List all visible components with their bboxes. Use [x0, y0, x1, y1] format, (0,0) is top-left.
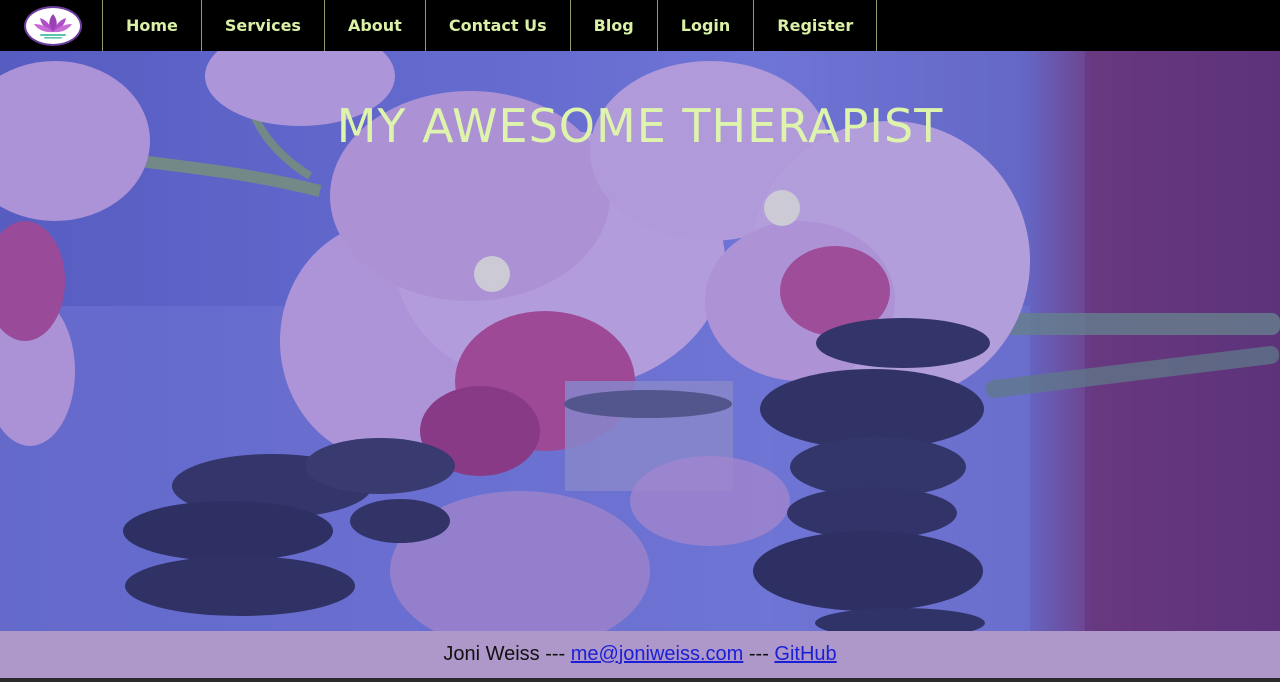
nav-about[interactable]: About — [323, 0, 425, 51]
email-link[interactable]: me@joniweiss.com — [571, 643, 744, 666]
nav-register[interactable]: Register — [753, 0, 878, 51]
footer-separator-1: --- — [539, 643, 571, 665]
footer-separator-2: --- — [743, 643, 775, 665]
nav-services[interactable]: Services — [200, 0, 324, 51]
top-nav: Home Services About Contact Us Blog Logi… — [0, 0, 1280, 51]
hero-title: MY AWESOME THERAPIST — [336, 99, 944, 153]
nav-login[interactable]: Login — [656, 0, 754, 51]
nav-contact-us[interactable]: Contact Us — [424, 0, 570, 51]
footer-name: Joni Weiss — [443, 643, 540, 665]
nav-home[interactable]: Home — [102, 0, 201, 51]
footer: Joni Weiss --- me@joniweiss.com --- GitH… — [0, 631, 1280, 678]
lotus-icon[interactable] — [24, 5, 82, 46]
nav-blog[interactable]: Blog — [569, 0, 657, 51]
bottom-edge — [0, 678, 1280, 682]
hero-section: MY AWESOME THERAPIST — [0, 51, 1280, 631]
logo-cell — [0, 0, 102, 51]
github-link[interactable]: GitHub — [774, 643, 836, 666]
